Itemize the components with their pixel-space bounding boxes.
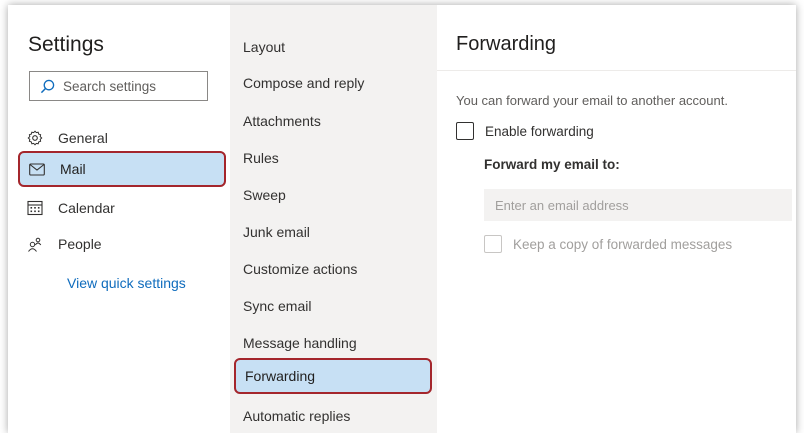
keep-copy-label: Keep a copy of forwarded messages [513, 236, 733, 252]
enable-forwarding-checkbox[interactable] [456, 122, 474, 140]
search-icon [40, 79, 55, 93]
nav-item-calendar[interactable]: Calendar [18, 191, 226, 225]
keep-copy-checkbox[interactable] [484, 235, 502, 253]
subnav-sync-email[interactable]: Sync email [243, 298, 311, 314]
settings-window: Settings General [8, 5, 796, 433]
subnav-sweep[interactable]: Sweep [243, 187, 286, 203]
nav-label-calendar: Calendar [58, 200, 115, 216]
subnav-message-handling[interactable]: Message handling [243, 335, 357, 351]
search-settings-box[interactable] [29, 71, 208, 101]
nav-item-general[interactable]: General [18, 121, 226, 155]
settings-title: Settings [28, 33, 104, 56]
forwarding-settings-pane: Forwarding You can forward your email to… [437, 5, 796, 433]
forward-email-input[interactable] [484, 189, 792, 221]
gear-icon [27, 130, 43, 146]
subnav-compose-and-reply[interactable]: Compose and reply [243, 75, 364, 91]
people-icon [27, 236, 43, 252]
enable-forwarding-row[interactable]: Enable forwarding [456, 122, 594, 140]
pane-header: Forwarding [437, 5, 796, 71]
enable-forwarding-label: Enable forwarding [485, 123, 594, 139]
settings-category-pane: Settings General [8, 5, 231, 433]
subnav-automatic-replies[interactable]: Automatic replies [243, 408, 350, 424]
nav-label-mail: Mail [60, 161, 86, 177]
nav-item-mail[interactable]: Mail [18, 151, 226, 187]
pane-title: Forwarding [456, 33, 557, 55]
forwarding-description: You can forward your email to another ac… [456, 93, 728, 108]
mail-subcategory-pane: Layout Compose and reply Attachments Rul… [230, 5, 437, 433]
keep-copy-row[interactable]: Keep a copy of forwarded messages [484, 235, 732, 253]
subnav-attachments[interactable]: Attachments [243, 113, 321, 129]
view-quick-settings-link[interactable]: View quick settings [67, 275, 186, 291]
subnav-forwarding[interactable]: Forwarding [234, 358, 432, 394]
subnav-customize-actions[interactable]: Customize actions [243, 261, 357, 277]
nav-label-people: People [58, 236, 102, 252]
mail-icon [29, 161, 45, 177]
subnav-layout[interactable]: Layout [243, 39, 285, 55]
calendar-icon [27, 200, 43, 216]
nav-item-people[interactable]: People [18, 227, 226, 261]
subnav-rules[interactable]: Rules [243, 150, 279, 166]
subnav-junk-email[interactable]: Junk email [243, 224, 310, 240]
search-settings-input[interactable] [61, 77, 195, 95]
forward-to-label: Forward my email to: [484, 157, 620, 172]
nav-label-general: General [58, 130, 108, 146]
